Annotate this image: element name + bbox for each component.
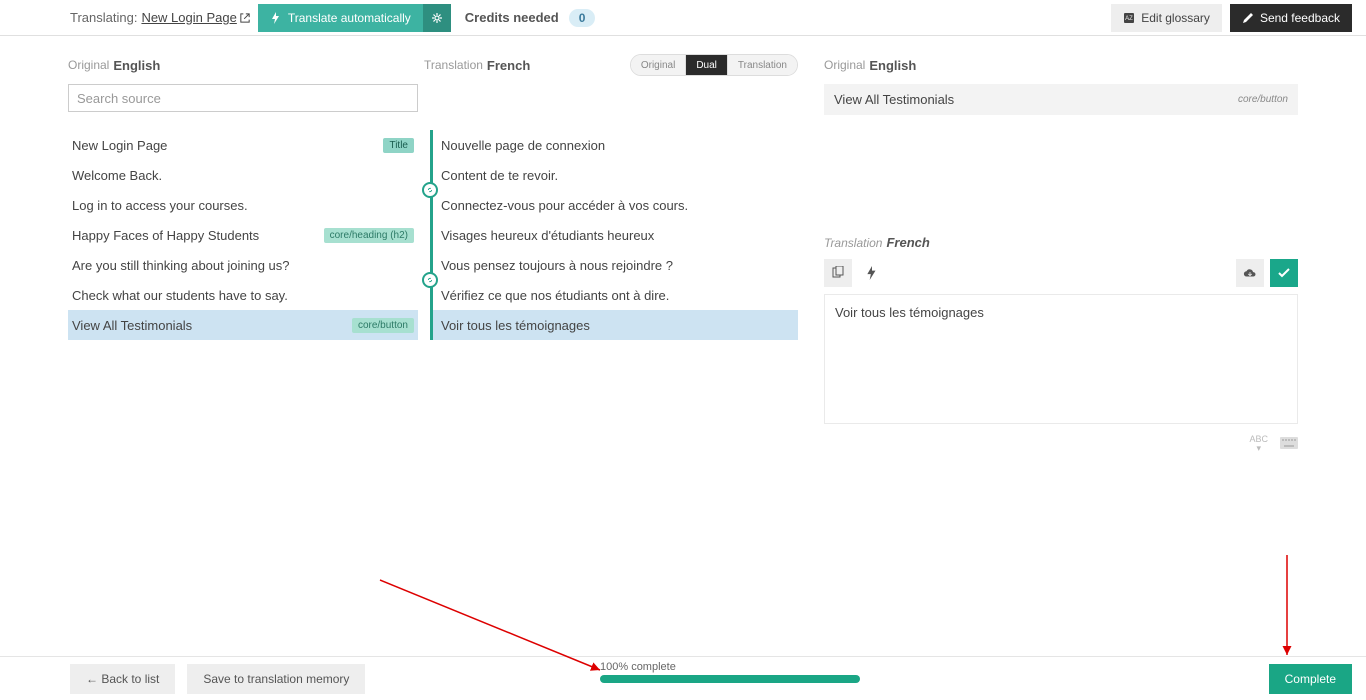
page-link[interactable]: New Login Page: [141, 10, 249, 25]
credits-label: Credits needed: [465, 10, 559, 25]
translation-row[interactable]: Voir tous les témoignages: [433, 310, 798, 340]
source-row[interactable]: View All Testimonialscore/button: [68, 310, 418, 340]
row-tag: core/button: [352, 318, 414, 333]
toggle-original[interactable]: Original: [631, 55, 685, 75]
source-row[interactable]: Check what our students have to say.: [68, 280, 418, 310]
source-text: View All Testimonials: [72, 318, 352, 333]
svg-text:AZ: AZ: [1125, 16, 1133, 22]
pencil-icon: [1242, 12, 1254, 24]
source-column: Original English New Login PageTitle Welc…: [8, 52, 422, 453]
annotation-arrow-complete: [1272, 550, 1302, 670]
translation-row[interactable]: Nouvelle page de connexion: [433, 130, 798, 160]
edit-glossary-button[interactable]: AZ Edit glossary: [1111, 4, 1222, 32]
translation-row[interactable]: Vérifiez ce que nos étudiants ont à dire…: [433, 280, 798, 310]
translation-row[interactable]: Vous pensez toujours à nous rejoindre ?: [433, 250, 798, 280]
send-feedback-button[interactable]: Send feedback: [1230, 4, 1352, 32]
progress-wrap: 100% complete: [600, 661, 860, 683]
translation-row[interactable]: Visages heureux d'étudiants heureux: [433, 220, 798, 250]
source-text: Welcome Back.: [72, 168, 418, 183]
copy-icon: [831, 266, 845, 280]
translation-text: Connectez-vous pour accéder à vos cours.: [441, 198, 798, 213]
back-to-list-button[interactable]: ← Back to list: [70, 664, 175, 694]
save-memory-button[interactable]: Save to translation memory: [187, 664, 365, 694]
row-tag: core/heading (h2): [324, 228, 414, 243]
send-feedback-label: Send feedback: [1260, 11, 1340, 25]
toggle-dual[interactable]: Dual: [685, 55, 727, 75]
source-text: Happy Faces of Happy Students: [72, 228, 324, 243]
translation-row[interactable]: Content de te revoir.: [433, 160, 798, 190]
translation-label: Translation: [424, 58, 483, 72]
translation-text: Visages heureux d'étudiants heureux: [441, 228, 798, 243]
page-link-text: New Login Page: [141, 10, 236, 25]
source-text: Log in to access your courses.: [72, 198, 418, 213]
toggle-translation[interactable]: Translation: [727, 55, 797, 75]
translation-column: Translation French Original Dual Transla…: [422, 52, 802, 453]
confirm-button[interactable]: [1270, 259, 1298, 287]
translation-row[interactable]: Connectez-vous pour accéder à vos cours.: [433, 190, 798, 220]
source-row[interactable]: Are you still thinking about joining us?: [68, 250, 418, 280]
translate-automatically-button[interactable]: Translate automatically: [258, 4, 423, 32]
source-row[interactable]: Log in to access your courses.: [68, 190, 418, 220]
translation-text: Nouvelle page de connexion: [441, 138, 798, 153]
glossary-icon: AZ: [1123, 12, 1135, 24]
original-lang: English: [113, 58, 160, 73]
source-row[interactable]: Welcome Back.: [68, 160, 418, 190]
external-link-icon: [240, 13, 250, 23]
complete-button[interactable]: Complete: [1269, 664, 1352, 694]
translation-lang: French: [487, 58, 530, 73]
view-toggle: Original Dual Translation: [630, 54, 798, 76]
settings-button[interactable]: [423, 4, 451, 32]
detail-original-lang: English: [869, 58, 916, 73]
detail-translation-label: Translation: [824, 236, 882, 250]
editor-footer-icons: ABC▾: [824, 435, 1298, 453]
bolt-icon: [270, 12, 282, 24]
check-icon: [1277, 266, 1291, 280]
main-content: Original English New Login PageTitle Welc…: [0, 36, 1366, 453]
detail-source-badge: core/button: [1238, 94, 1288, 105]
detail-source-text: View All Testimonials: [834, 92, 954, 107]
source-text: Check what our students have to say.: [72, 288, 418, 303]
source-row[interactable]: New Login PageTitle: [68, 130, 418, 160]
edit-glossary-label: Edit glossary: [1141, 11, 1210, 25]
progress-label: 100% complete: [600, 661, 860, 673]
original-label: Original: [68, 58, 109, 72]
detail-translation-lang: French: [886, 235, 929, 250]
translation-text: Vous pensez toujours à nous rejoindre ?: [441, 258, 798, 273]
row-tag: Title: [383, 138, 414, 153]
source-text: Are you still thinking about joining us?: [72, 258, 418, 273]
detail-source-block: View All Testimonials core/button: [824, 84, 1298, 115]
auto-translate-button[interactable]: [858, 259, 886, 287]
keyboard-icon[interactable]: [1280, 437, 1298, 452]
spellcheck-icon[interactable]: ABC▾: [1249, 435, 1268, 453]
cloud-icon: [1243, 266, 1257, 280]
cloud-download-button[interactable]: [1236, 259, 1264, 287]
top-bar: Translating: New Login Page Translate au…: [0, 0, 1366, 36]
credits-badge: 0: [569, 9, 596, 27]
source-row[interactable]: Happy Faces of Happy Studentscore/headin…: [68, 220, 418, 250]
translation-textarea[interactable]: [824, 294, 1298, 424]
translation-text: Voir tous les témoignages: [441, 318, 798, 333]
translating-label: Translating:: [70, 10, 137, 25]
translate-automatically-label: Translate automatically: [288, 11, 411, 25]
footer-bar: ← Back to list Save to translation memor…: [0, 656, 1366, 700]
search-input[interactable]: [68, 84, 418, 112]
progress-bar: [600, 675, 860, 683]
translation-text: Content de te revoir.: [441, 168, 798, 183]
bolt-icon: [865, 266, 879, 280]
gear-icon: [431, 12, 443, 24]
source-text: New Login Page: [72, 138, 383, 153]
detail-original-label: Original: [824, 58, 865, 72]
copy-source-button[interactable]: [824, 259, 852, 287]
translation-text: Vérifiez ce que nos étudiants ont à dire…: [441, 288, 798, 303]
detail-panel: Original English View All Testimonials c…: [802, 52, 1358, 453]
